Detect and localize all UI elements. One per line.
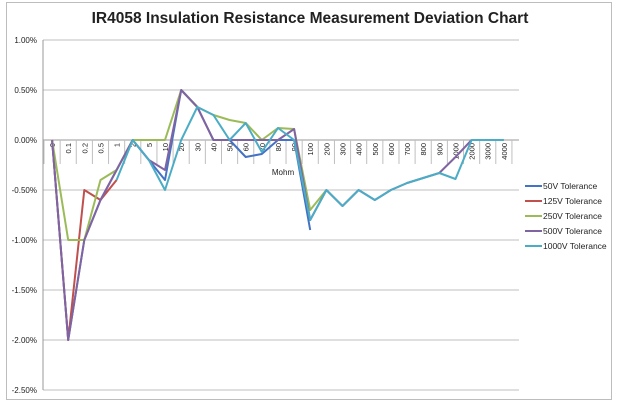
legend-swatch: [525, 214, 542, 217]
y-tick-label: -0.50%: [12, 186, 37, 195]
legend-item: 125V Tolerance: [525, 193, 607, 208]
x-tick-label: 600: [387, 143, 396, 156]
x-tick-label: 0.2: [80, 143, 89, 153]
x-tick-label: 0.5: [96, 143, 105, 153]
legend-swatch: [525, 229, 542, 232]
legend-label: 250V Tolerance: [543, 210, 602, 221]
x-tick-label: 4000: [500, 143, 509, 160]
y-tick-label: -1.00%: [12, 236, 37, 245]
y-tick-label: 0.00%: [14, 136, 37, 145]
x-tick-label: 0.1: [64, 143, 73, 153]
legend-label: 50V Tolerance: [543, 180, 598, 191]
x-tick-label: 800: [419, 143, 428, 156]
legend: 50V Tolerance 125V Tolerance 250V Toleranc…: [525, 178, 607, 253]
x-tick-label: 40: [209, 143, 218, 151]
x-tick-label: 300: [339, 143, 348, 156]
x-tick-label: 200: [322, 143, 331, 156]
y-tick-label: 0.50%: [14, 86, 37, 95]
legend-item: 500V Tolerance: [525, 223, 607, 238]
x-axis-title: Mohm: [272, 168, 295, 177]
y-tick-label: 1.00%: [14, 36, 37, 45]
x-tick-label: 3000: [484, 143, 493, 160]
x-tick-label: 1: [113, 143, 122, 147]
x-tick-label: 60: [242, 143, 251, 151]
x-tick-label: 80: [274, 143, 283, 151]
legend-label: 125V Tolerance: [543, 195, 602, 206]
x-tick-label: 5: [145, 143, 154, 147]
legend-item: 50V Tolerance: [525, 178, 607, 193]
series-line-500v-tolerance: [51, 89, 473, 341]
x-tick-label: 400: [355, 143, 364, 156]
x-tick-label: 500: [371, 143, 380, 156]
legend-swatch: [525, 184, 542, 187]
y-tick-label: -2.50%: [12, 386, 37, 395]
legend-label: 500V Tolerance: [543, 225, 602, 236]
legend-item: 250V Tolerance: [525, 208, 607, 223]
legend-swatch: [525, 199, 542, 202]
legend-label: 1000V Tolerance: [543, 240, 607, 251]
y-tick-label: -2.00%: [12, 336, 37, 345]
x-tick-label: 700: [403, 143, 412, 156]
legend-swatch: [525, 244, 542, 247]
x-tick-label: 100: [306, 143, 315, 156]
y-tick-label: -1.50%: [12, 286, 37, 295]
legend-item: 1000V Tolerance: [525, 238, 607, 253]
x-tick-label: 900: [435, 143, 444, 156]
x-tick-label: 30: [193, 143, 202, 151]
